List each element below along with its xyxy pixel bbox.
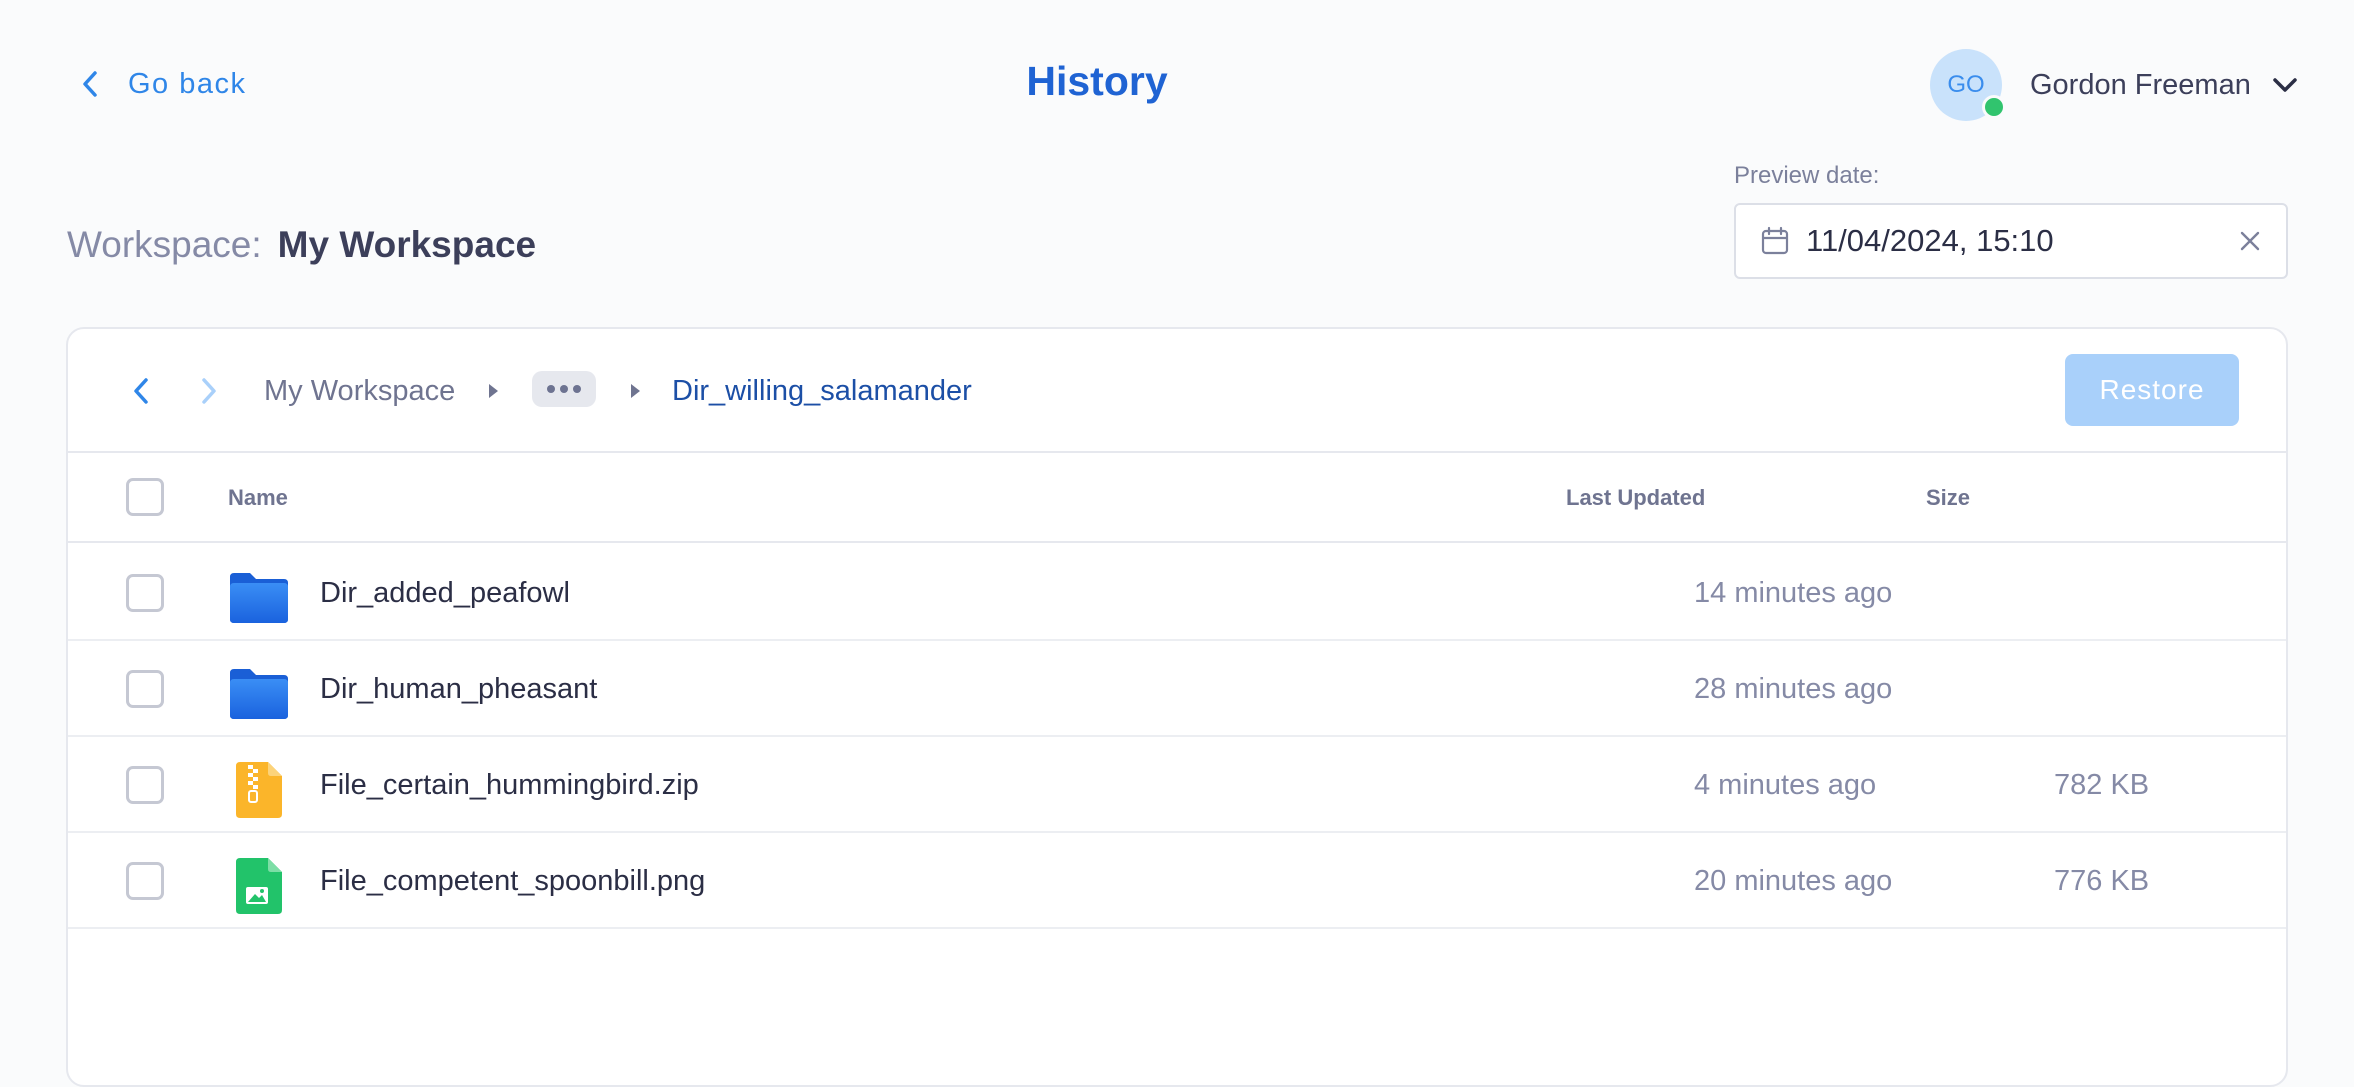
- file-updated: 28 minutes ago: [1694, 673, 1893, 705]
- caret-right-icon: [631, 384, 640, 398]
- restore-button[interactable]: Restore: [2065, 354, 2239, 426]
- table-header: Name Last Updated Size: [68, 453, 2286, 543]
- preview-date-label: Preview date:: [1734, 162, 1880, 189]
- file-updated: 14 minutes ago: [1694, 577, 1893, 609]
- file-updated: 20 minutes ago: [1694, 865, 1893, 897]
- select-all-checkbox[interactable]: [126, 478, 164, 516]
- row-checkbox[interactable]: [126, 862, 164, 900]
- avatar: GO: [1930, 49, 2006, 121]
- file-name: Dir_human_pheasant: [320, 673, 598, 705]
- workspace-prefix: Workspace:: [67, 224, 262, 265]
- ellipsis-dot: [560, 385, 568, 393]
- column-name[interactable]: Name: [228, 485, 288, 511]
- preview-date-field[interactable]: [1734, 203, 2288, 279]
- table-row[interactable]: Dir_human_pheasant 28 minutes ago: [68, 641, 2286, 737]
- workspace-heading: Workspace: My Workspace: [67, 224, 536, 266]
- file-browser-card: My Workspace Dir_willing_salamander Rest…: [66, 327, 2288, 1087]
- breadcrumb-root[interactable]: My Workspace: [264, 375, 455, 408]
- file-name: File_competent_spoonbill.png: [320, 865, 706, 897]
- table-row[interactable]: File_competent_spoonbill.png 20 minutes …: [68, 833, 2286, 929]
- row-checkbox[interactable]: [126, 766, 164, 804]
- row-checkbox[interactable]: [126, 574, 164, 612]
- ellipsis-dot: [547, 385, 555, 393]
- chevron-right-icon[interactable]: [194, 373, 224, 409]
- avatar-initials: GO: [1947, 71, 1985, 98]
- image-file-icon: [236, 858, 282, 914]
- online-status-dot: [1982, 95, 2006, 119]
- user-menu[interactable]: GO Gordon Freeman: [1930, 48, 2299, 122]
- top-bar: Go back History GO Gordon Freeman: [0, 0, 2354, 170]
- column-last-updated[interactable]: Last Updated: [1566, 485, 1705, 511]
- file-updated: 4 minutes ago: [1694, 769, 1877, 801]
- breadcrumb-current[interactable]: Dir_willing_salamander: [672, 375, 972, 408]
- folder-icon: [230, 573, 288, 623]
- file-size: 776 KB: [2054, 865, 2150, 897]
- breadcrumb-ellipsis[interactable]: [532, 371, 596, 407]
- page-title: History: [1026, 58, 1168, 104]
- close-icon[interactable]: [2238, 229, 2262, 253]
- file-name: File_certain_hummingbird.zip: [320, 769, 699, 801]
- preview-date-input[interactable]: [1806, 223, 2238, 259]
- ellipsis-dot: [573, 385, 581, 393]
- folder-icon: [230, 669, 288, 719]
- user-name: Gordon Freeman: [2030, 68, 2251, 101]
- calendar-icon: [1761, 226, 1789, 255]
- column-size[interactable]: Size: [1926, 485, 1970, 511]
- table-row[interactable]: File_certain_hummingbird.zip 4 minutes a…: [68, 737, 2286, 833]
- file-name: Dir_added_peafowl: [320, 577, 570, 609]
- row-checkbox[interactable]: [126, 670, 164, 708]
- workspace-name: My Workspace: [277, 224, 537, 265]
- breadcrumb: My Workspace Dir_willing_salamander Rest…: [68, 329, 2286, 453]
- chevron-down-icon[interactable]: [2271, 75, 2299, 95]
- chevron-left-icon[interactable]: [126, 373, 156, 409]
- zip-file-icon: [236, 762, 282, 818]
- caret-right-icon: [489, 384, 498, 398]
- file-size: 782 KB: [2054, 769, 2150, 801]
- table-row[interactable]: Dir_added_peafowl 14 minutes ago: [68, 545, 2286, 641]
